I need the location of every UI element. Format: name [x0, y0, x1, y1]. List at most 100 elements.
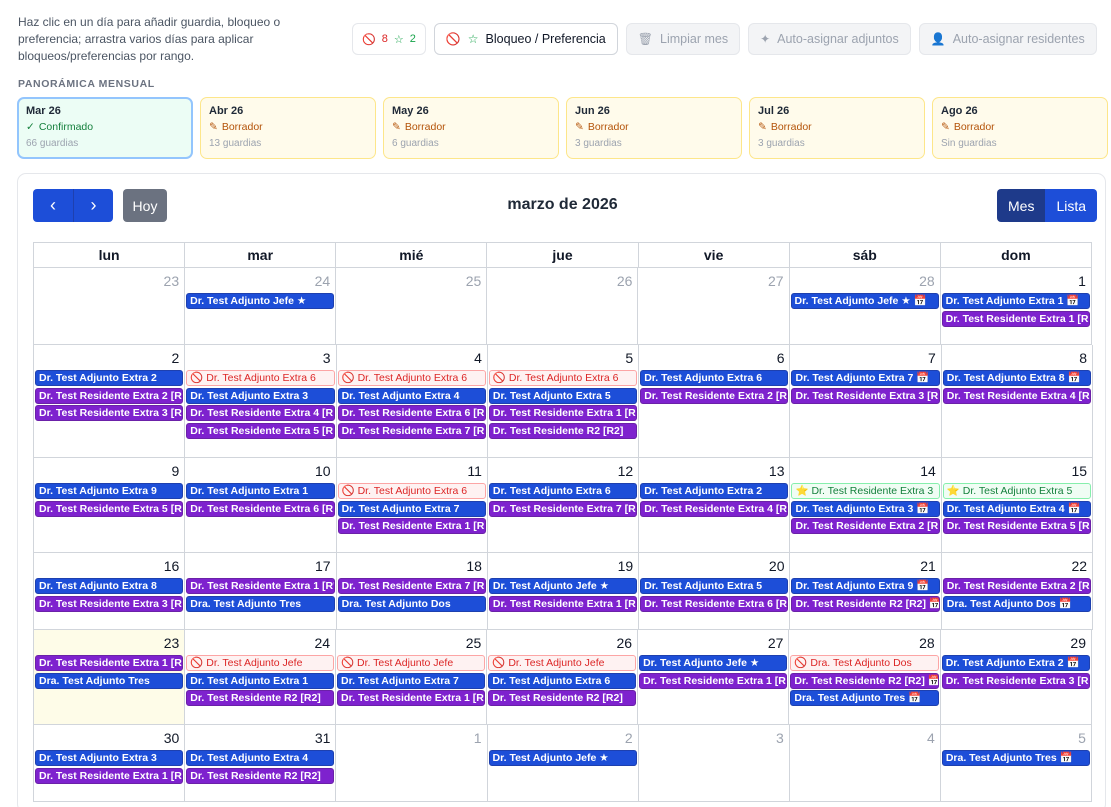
- shift-event[interactable]: Dr. Test Adjunto Extra 9: [35, 483, 184, 499]
- shift-event[interactable]: Dr. Test Residente Extra 4 [R: [186, 405, 335, 421]
- shift-event[interactable]: Dr. Test Adjunto Extra 9 📅: [791, 578, 940, 594]
- day-cell[interactable]: 23: [34, 268, 186, 345]
- month-card[interactable]: Abr 26 ✎ Borrador 13 guardias: [200, 97, 376, 159]
- shift-event[interactable]: Dr. Test Residente Extra 1 [R': [337, 518, 486, 534]
- shift-event[interactable]: Dr. Test Residente Extra 1 [R': [337, 690, 486, 706]
- day-cell[interactable]: 22 Dr. Test Residente Extra 2 [R Dra. Test…: [941, 553, 1094, 630]
- day-cell[interactable]: 28 Dr. Test Adjunto Jefe ★ 📅: [789, 268, 941, 345]
- shift-event[interactable]: Dr. Test Adjunto Extra 3: [186, 387, 335, 404]
- shift-event[interactable]: Dr. Test Residente Extra 2 [R2: [35, 387, 184, 404]
- block-event[interactable]: 🚫 Dr. Test Adjunto Extra 6: [186, 370, 335, 386]
- shift-event[interactable]: Dr. Test Adjunto Extra 4: [186, 750, 335, 766]
- shift-event[interactable]: Dr. Test Adjunto Extra 1: [186, 483, 335, 499]
- day-cell[interactable]: 24 🚫 Dr. Test Adjunto Jefe Dr. Test Adjunt…: [185, 630, 337, 725]
- view-month-button[interactable]: Mes: [997, 189, 1046, 222]
- shift-event[interactable]: Dr. Test Adjunto Extra 5: [488, 387, 638, 404]
- shift-event[interactable]: Dra. Test Adjunto Tres 📅: [941, 750, 1090, 766]
- day-cell[interactable]: 5 Dra. Test Adjunto Tres 📅: [940, 725, 1092, 802]
- day-cell[interactable]: 6 Dr. Test Adjunto Extra 6 Dr. Test Reside…: [639, 345, 791, 458]
- day-cell[interactable]: 2 Dr. Test Adjunto Extra 2 Dr. Test Reside…: [34, 345, 186, 458]
- block-event[interactable]: 🚫 Dr. Test Adjunto Jefe: [337, 655, 486, 671]
- shift-event[interactable]: Dr. Test Residente Extra 1 [R': [639, 672, 788, 689]
- shift-event[interactable]: Dr. Test Adjunto Jefe ★: [488, 578, 638, 594]
- shift-event[interactable]: Dr. Test Adjunto Jefe ★: [186, 293, 335, 309]
- day-cell[interactable]: 3: [638, 725, 790, 802]
- shift-event[interactable]: Dr. Test Residente Extra 1 [R': [488, 405, 638, 421]
- day-cell[interactable]: 24 Dr. Test Adjunto Jefe ★: [185, 268, 337, 345]
- shift-event[interactable]: Dr. Test Adjunto Jefe ★: [639, 655, 788, 671]
- shift-event[interactable]: Dra. Test Adjunto Tres: [186, 595, 335, 612]
- day-cell[interactable]: 30 Dr. Test Adjunto Extra 3 Dr. Test Resid…: [34, 725, 186, 802]
- shift-event[interactable]: Dr. Test Adjunto Extra 6: [488, 672, 637, 689]
- auto-assign-residentes-button[interactable]: 👤 Auto-asignar residentes: [918, 23, 1097, 55]
- month-card[interactable]: May 26 ✎ Borrador 6 guardias: [383, 97, 559, 159]
- shift-event[interactable]: Dr. Test Adjunto Extra 2 📅: [941, 655, 1090, 671]
- shift-event[interactable]: Dra. Test Adjunto Tres 📅: [790, 690, 939, 706]
- day-cell[interactable]: 25: [336, 268, 488, 345]
- month-card[interactable]: Jun 26 ✎ Borrador 3 guardias: [566, 97, 742, 159]
- day-cell[interactable]: 26: [487, 268, 639, 345]
- day-cell[interactable]: 27: [638, 268, 790, 345]
- shift-event[interactable]: Dr. Test Adjunto Extra 2: [35, 370, 184, 386]
- clear-month-button[interactable]: 🗑 Limpiar mes: [625, 23, 741, 55]
- shift-event[interactable]: Dra. Test Adjunto Dos 📅: [942, 595, 1092, 612]
- day-cell[interactable]: 18 Dr. Test Residente Extra 7 [R Dra. Test…: [336, 553, 488, 630]
- block-event[interactable]: 🚫 Dr. Test Adjunto Jefe: [186, 655, 335, 671]
- day-cell[interactable]: 1 Dr. Test Adjunto Extra 1 📅 Dr. Test Resi…: [940, 268, 1092, 345]
- shift-event[interactable]: Dr. Test Residente Extra 2 [R: [942, 578, 1092, 594]
- month-card[interactable]: Ago 26 ✎ Borrador Sin guardias: [932, 97, 1108, 159]
- day-cell[interactable]: 17 Dr. Test Residente Extra 1 [R' Dra. Tes…: [185, 553, 337, 630]
- shift-event[interactable]: Dr. Test Residente R2 [R2]: [488, 690, 637, 706]
- shift-event[interactable]: Dr. Test Adjunto Extra 4: [337, 387, 486, 404]
- shift-event[interactable]: Dr. Test Adjunto Extra 3: [35, 750, 184, 766]
- shift-event[interactable]: Dr. Test Adjunto Jefe ★ 📅: [790, 293, 939, 309]
- month-card[interactable]: Mar 26 ✓ Confirmado 66 guardias: [17, 97, 193, 159]
- shift-event[interactable]: Dr. Test Residente R2 [R2]: [186, 767, 335, 784]
- shift-event[interactable]: Dr. Test Residente R2 [R2]: [488, 422, 638, 439]
- block-event[interactable]: 🚫 Dr. Test Adjunto Extra 6: [337, 483, 486, 499]
- shift-event[interactable]: Dr. Test Residente Extra 6 [R: [640, 595, 789, 612]
- shift-event[interactable]: Dr. Test Adjunto Extra 7 📅: [791, 370, 940, 386]
- day-cell[interactable]: 23 Dr. Test Residente Extra 1 [R1 Dra. Tes…: [34, 630, 186, 725]
- day-cell[interactable]: 11 🚫 Dr. Test Adjunto Extra 6 Dr. Test Adj…: [336, 458, 488, 553]
- block-event[interactable]: 🚫 Dr. Test Adjunto Extra 6: [337, 370, 486, 386]
- shift-event[interactable]: Dr. Test Residente Extra 2 [R: [791, 518, 940, 534]
- day-cell[interactable]: 1: [336, 725, 488, 802]
- shift-event[interactable]: Dr. Test Adjunto Extra 8: [35, 578, 184, 594]
- shift-event[interactable]: Dr. Test Residente Extra 7 [R: [337, 422, 486, 439]
- day-cell[interactable]: 4: [789, 725, 941, 802]
- shift-event[interactable]: Dr. Test Adjunto Extra 5: [640, 578, 789, 594]
- shift-event[interactable]: Dr. Test Residente Extra 4 [R: [942, 387, 1092, 404]
- shift-event[interactable]: Dr. Test Residente Extra 1 [R: [941, 310, 1090, 327]
- shift-event[interactable]: Dr. Test Residente Extra 3 [R2: [35, 405, 184, 421]
- day-cell[interactable]: 8 Dr. Test Adjunto Extra 8 📅 Dr. Test Resi…: [941, 345, 1094, 458]
- auto-assign-adjuntos-button[interactable]: ✦ Auto-asignar adjuntos: [748, 23, 911, 55]
- shift-event[interactable]: Dr. Test Residente R2 [R2] 📅: [790, 672, 939, 689]
- shift-event[interactable]: Dr. Test Adjunto Extra 2: [640, 483, 789, 499]
- shift-event[interactable]: Dr. Test Adjunto Extra 4 📅: [942, 500, 1092, 517]
- shift-event[interactable]: Dr. Test Residente Extra 1 [R': [186, 578, 335, 594]
- day-cell[interactable]: 13 Dr. Test Adjunto Extra 2 Dr. Test Resid…: [639, 458, 791, 553]
- shift-event[interactable]: Dr. Test Residente R2 [R2]: [186, 690, 335, 706]
- shift-event[interactable]: Dr. Test Adjunto Extra 1: [186, 672, 335, 689]
- day-cell[interactable]: 5 🚫 Dr. Test Adjunto Extra 6 Dr. Test Adju…: [487, 345, 640, 458]
- shift-event[interactable]: Dr. Test Residente Extra 6 [R: [186, 500, 335, 517]
- day-cell[interactable]: 10 Dr. Test Adjunto Extra 1 Dr. Test Resid…: [185, 458, 337, 553]
- shift-event[interactable]: Dr. Test Adjunto Extra 7: [337, 500, 486, 517]
- day-cell[interactable]: 31 Dr. Test Adjunto Extra 4 Dr. Test Resid…: [185, 725, 337, 802]
- shift-event[interactable]: Dr. Test Adjunto Extra 6: [488, 483, 638, 499]
- shift-event[interactable]: Dr. Test Residente Extra 3 [R: [791, 387, 940, 404]
- day-cell[interactable]: 14 ⭐ Dr. Test Residente Extra 3 Dr. Test A…: [790, 458, 942, 553]
- shift-event[interactable]: Dra. Test Adjunto Tres: [35, 672, 184, 689]
- day-cell[interactable]: 7 Dr. Test Adjunto Extra 7 📅 Dr. Test Resi…: [790, 345, 942, 458]
- shift-event[interactable]: Dr. Test Residente Extra 1 [R1: [35, 767, 184, 784]
- shift-event[interactable]: Dr. Test Residente Extra 3 [R2: [35, 595, 184, 612]
- day-cell[interactable]: 16 Dr. Test Adjunto Extra 8 Dr. Test Resid…: [34, 553, 186, 630]
- block-event[interactable]: 🚫 Dra. Test Adjunto Dos: [790, 655, 939, 671]
- shift-event[interactable]: Dr. Test Residente Extra 6 [R: [337, 405, 486, 421]
- day-cell[interactable]: 19 Dr. Test Adjunto Jefe ★ Dr. Test Reside…: [487, 553, 640, 630]
- day-cell[interactable]: 26 🚫 Dr. Test Adjunto Jefe Dr. Test Adjunt…: [487, 630, 639, 725]
- shift-event[interactable]: Dr. Test Residente Extra 5 [R: [942, 518, 1092, 534]
- day-cell[interactable]: 9 Dr. Test Adjunto Extra 9 Dr. Test Reside…: [34, 458, 186, 553]
- shift-event[interactable]: Dr. Test Residente Extra 1 [R1: [35, 655, 184, 671]
